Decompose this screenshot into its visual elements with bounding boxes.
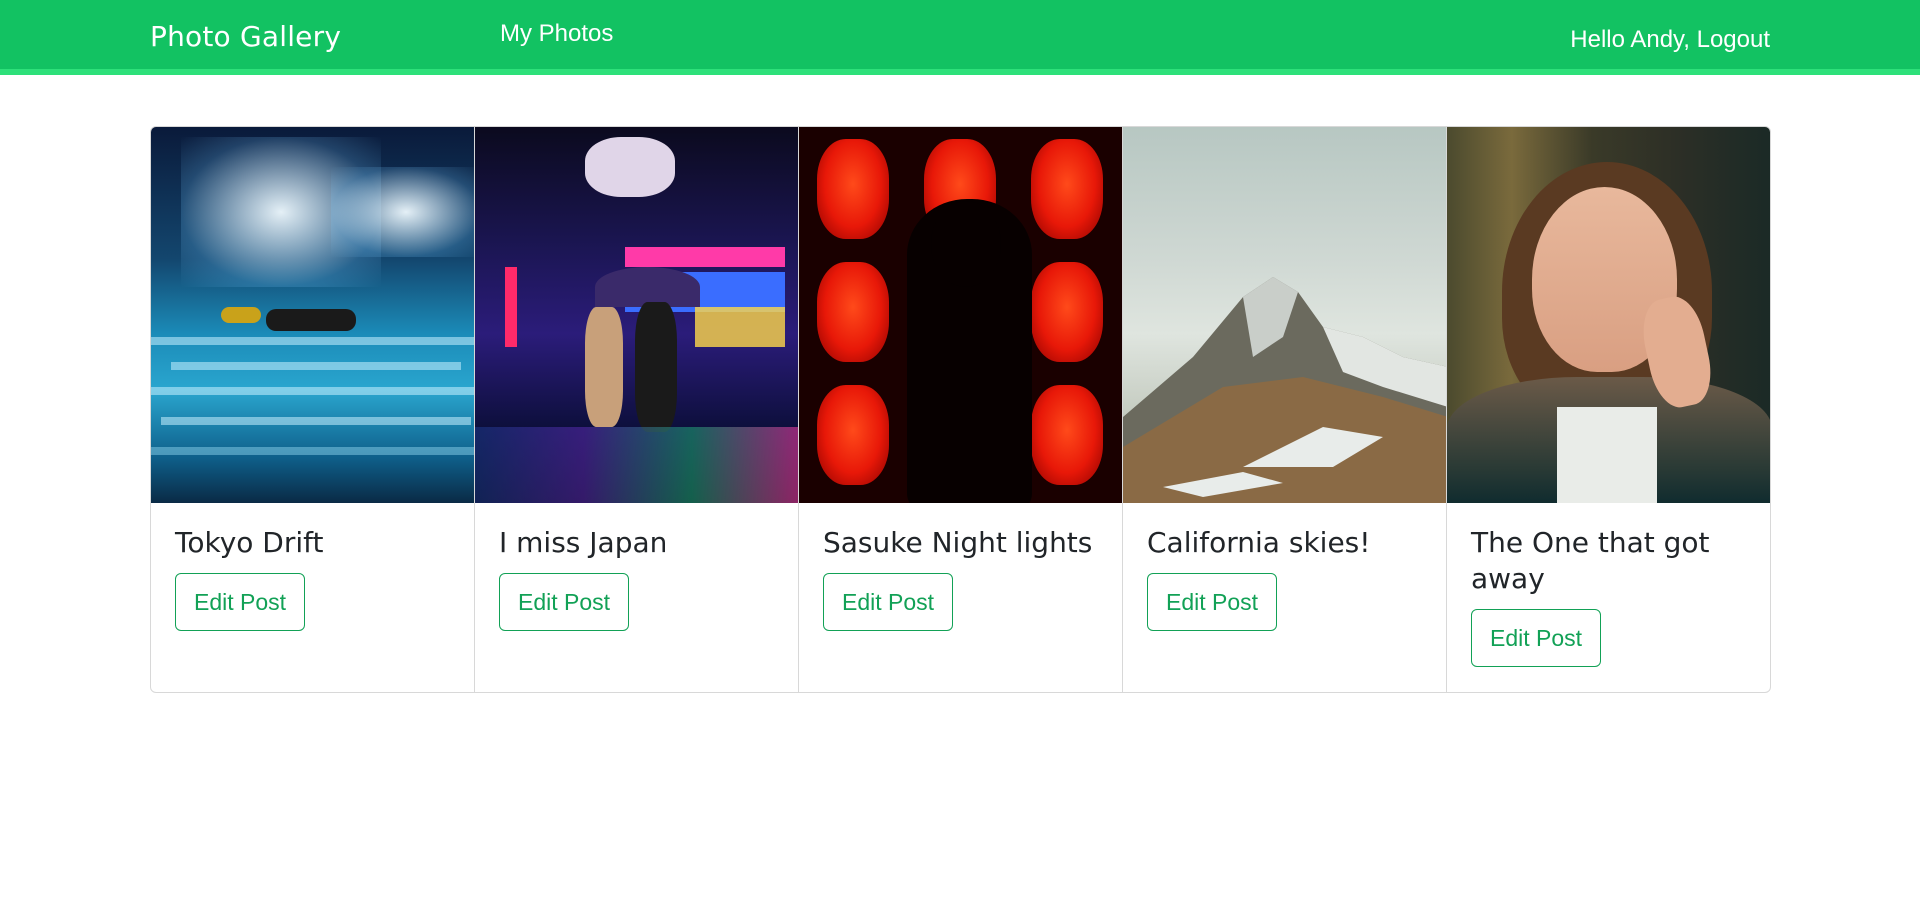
card-body: The One that got away Edit Post — [1447, 503, 1770, 689]
card-title: Sasuke Night lights — [823, 526, 1093, 559]
card-title: I miss Japan — [499, 526, 668, 559]
photo-image — [799, 127, 1122, 503]
my-photos-link[interactable]: My Photos — [500, 20, 613, 48]
photo-card: Sasuke Night lights Edit Post — [798, 126, 1123, 693]
photo-card: Tokyo Drift Edit Post — [150, 126, 475, 693]
photo-card: I miss Japan Edit Post — [474, 126, 799, 693]
photo-card: California skies! Edit Post — [1122, 126, 1447, 693]
card-body: Tokyo Drift Edit Post — [151, 503, 474, 653]
edit-post-button[interactable]: Edit Post — [175, 573, 306, 631]
card-title: Tokyo Drift — [175, 526, 324, 559]
edit-post-button[interactable]: Edit Post — [1471, 609, 1602, 667]
edit-post-button[interactable]: Edit Post — [499, 573, 630, 631]
edit-post-button[interactable]: Edit Post — [823, 573, 954, 631]
photo-image — [151, 127, 474, 503]
brand-link[interactable]: Photo Gallery — [150, 20, 341, 53]
logout-link[interactable]: Hello Andy, Logout — [1570, 26, 1770, 54]
photo-image — [1447, 127, 1770, 503]
photo-card: The One that got away Edit Post — [1446, 126, 1771, 693]
photo-image — [475, 127, 798, 503]
card-title: California skies! — [1147, 526, 1371, 559]
photo-image — [1123, 127, 1446, 503]
top-navbar: Photo Gallery My Photos Hello Andy, Logo… — [0, 0, 1920, 75]
card-title: The One that got away — [1471, 526, 1710, 595]
card-body: California skies! Edit Post — [1123, 503, 1446, 653]
card-body: I miss Japan Edit Post — [475, 503, 798, 653]
edit-post-button[interactable]: Edit Post — [1147, 573, 1278, 631]
card-body: Sasuke Night lights Edit Post — [799, 503, 1122, 653]
photo-card-group: Tokyo Drift Edit Post I miss Japan Edit … — [150, 126, 1771, 693]
